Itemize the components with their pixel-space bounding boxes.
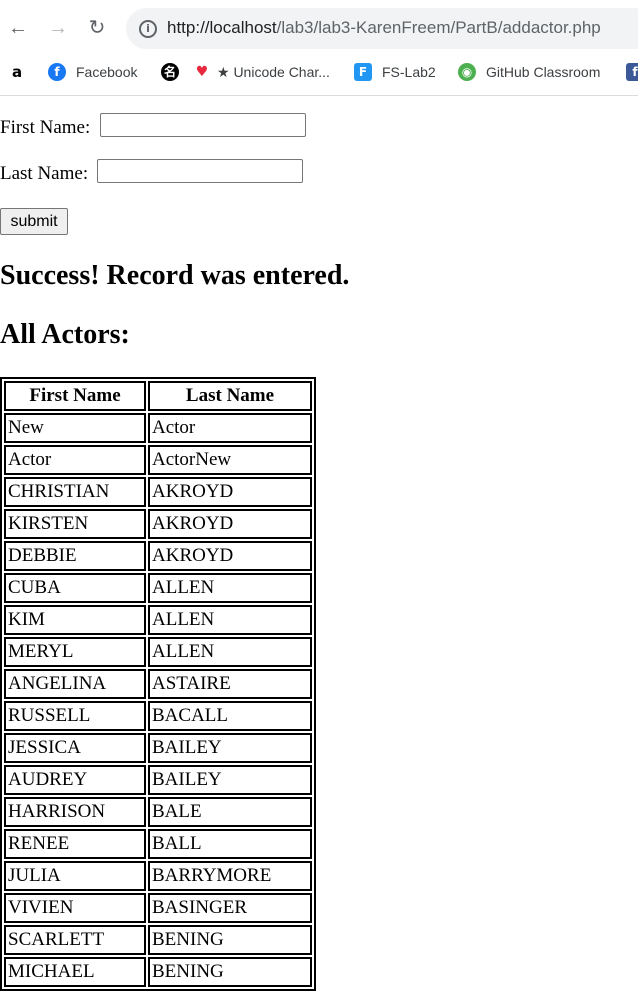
site-info-icon[interactable]: i <box>139 20 157 38</box>
last-name-cell: BALL <box>148 829 312 859</box>
table-row: VIVIEN BASINGER <box>4 893 312 923</box>
column-header-last-name: Last Name <box>148 381 312 411</box>
back-arrow-icon[interactable]: ← <box>6 14 30 42</box>
last-name-cell: BENING <box>148 957 312 987</box>
last-name-label: Last Name: <box>0 163 89 184</box>
first-name-cell: CUBA <box>4 573 146 603</box>
table-row: KIM ALLEN <box>4 605 312 635</box>
facebook-icon: f <box>48 63 66 81</box>
last-name-cell: ALLEN <box>148 605 312 635</box>
last-name-cell: ALLEN <box>148 637 312 667</box>
last-name-cell: ActorNew <box>148 445 312 475</box>
first-name-cell: DEBBIE <box>4 541 146 571</box>
url-host: http://localhost <box>167 18 277 37</box>
first-name-cell: KIM <box>4 605 146 635</box>
first-name-cell: VIVIEN <box>4 893 146 923</box>
bookmark-label: FS-Lab2 <box>382 64 436 80</box>
bookmarks-bar: a f Facebook 名 ♥ ★ Unicode Char... F FS-… <box>0 58 638 86</box>
fs-icon: F <box>354 63 372 81</box>
last-name-input[interactable] <box>97 159 303 183</box>
last-name-cell: BARRYMORE <box>148 861 312 891</box>
table-row: HARRISON BALE <box>4 797 312 827</box>
last-name-cell: BAILEY <box>148 765 312 795</box>
url-path: /lab3/lab3-KarenFreem/PartB/addactor.php <box>276 18 601 37</box>
column-header-first-name: First Name <box>4 381 146 411</box>
bookmark-github-classroom[interactable]: ◉ GitHub Classroom <box>458 58 600 86</box>
last-name-cell: AKROYD <box>148 541 312 571</box>
table-row: MERYL ALLEN <box>4 637 312 667</box>
first-name-cell: ANGELINA <box>4 669 146 699</box>
table-row: KIRSTEN AKROYD <box>4 509 312 539</box>
first-name-cell: RENEE <box>4 829 146 859</box>
bookmark-icon: 名 <box>161 63 179 81</box>
first-name-cell: RUSSELL <box>4 701 146 731</box>
first-name-cell: AUDREY <box>4 765 146 795</box>
last-name-cell: Actor <box>148 413 312 443</box>
first-name-cell: JULIA <box>4 861 146 891</box>
first-name-input[interactable] <box>100 113 306 137</box>
last-name-cell: BENING <box>148 925 312 955</box>
heart-icon: ♥ <box>193 63 211 81</box>
first-name-cell: JESSICA <box>4 733 146 763</box>
first-name-cell: New <box>4 413 146 443</box>
first-name-cell: CHRISTIAN <box>4 477 146 507</box>
table-header-row: First Name Last Name <box>4 381 312 411</box>
last-name-cell: ALLEN <box>148 573 312 603</box>
submit-button[interactable]: submit <box>0 208 68 235</box>
first-name-cell: MERYL <box>4 637 146 667</box>
reload-icon[interactable]: ↻ <box>85 14 109 42</box>
bookmark-facebook[interactable]: f Facebook <box>48 58 137 86</box>
table-row: JULIA BARRYMORE <box>4 861 312 891</box>
last-name-cell: BALE <box>148 797 312 827</box>
table-row: AUDREY BAILEY <box>4 765 312 795</box>
browser-chrome: ← → ↻ i http://localhost/lab3/lab3-Karen… <box>0 0 638 96</box>
bookmark-unicode-characters[interactable]: ♥ ★ Unicode Char... <box>193 58 330 86</box>
table-row: SCARLETT BENING <box>4 925 312 955</box>
first-name-cell: MICHAEL <box>4 957 146 987</box>
amazon-icon: a <box>8 63 26 81</box>
first-name-cell: KIRSTEN <box>4 509 146 539</box>
bookmark-label: ★ Unicode Char... <box>217 63 330 80</box>
table-row: JESSICA BAILEY <box>4 733 312 763</box>
forward-arrow-icon[interactable]: → <box>46 14 70 42</box>
last-name-cell: AKROYD <box>148 509 312 539</box>
bookmark-label: GitHub Classroom <box>486 64 601 80</box>
url-text[interactable]: http://localhost/lab3/lab3-KarenFreem/Pa… <box>167 18 601 38</box>
bookmark-icon: f <box>626 63 638 81</box>
success-message: Success! Record was entered. <box>0 260 350 291</box>
last-name-cell: BAILEY <box>148 733 312 763</box>
table-row: MICHAEL BENING <box>4 957 312 987</box>
last-name-row: Last Name: <box>0 159 303 185</box>
table-row: RENEE BALL <box>4 829 312 859</box>
first-name-cell: SCARLETT <box>4 925 146 955</box>
last-name-cell: BASINGER <box>148 893 312 923</box>
table-row: DEBBIE AKROYD <box>4 541 312 571</box>
bookmark-label: Facebook <box>76 64 138 80</box>
bookmark-amazon[interactable]: a <box>8 58 36 86</box>
table-row: CUBA ALLEN <box>4 573 312 603</box>
address-bar[interactable]: i http://localhost/lab3/lab3-KarenFreem/… <box>126 8 638 49</box>
bookmark-unnamed[interactable]: 名 <box>161 58 189 86</box>
last-name-cell: BACALL <box>148 701 312 731</box>
first-name-cell: HARRISON <box>4 797 146 827</box>
first-name-row: First Name: <box>0 113 306 139</box>
actors-heading: All Actors: <box>0 319 130 350</box>
table-row: Actor ActorNew <box>4 445 312 475</box>
bookmark-overflow[interactable]: f <box>626 58 638 86</box>
navigation-bar: ← → ↻ i http://localhost/lab3/lab3-Karen… <box>0 0 638 56</box>
github-icon: ◉ <box>458 63 476 81</box>
table-row: New Actor <box>4 413 312 443</box>
table-row: RUSSELL BACALL <box>4 701 312 731</box>
table-row: ANGELINA ASTAIRE <box>4 669 312 699</box>
bookmark-fs-lab2[interactable]: F FS-Lab2 <box>354 58 436 86</box>
last-name-cell: ASTAIRE <box>148 669 312 699</box>
first-name-cell: Actor <box>4 445 146 475</box>
last-name-cell: AKROYD <box>148 477 312 507</box>
actors-table: First Name Last Name New Actor Actor ActorN… <box>0 377 316 991</box>
first-name-label: First Name: <box>0 117 91 138</box>
table-row: CHRISTIAN AKROYD <box>4 477 312 507</box>
